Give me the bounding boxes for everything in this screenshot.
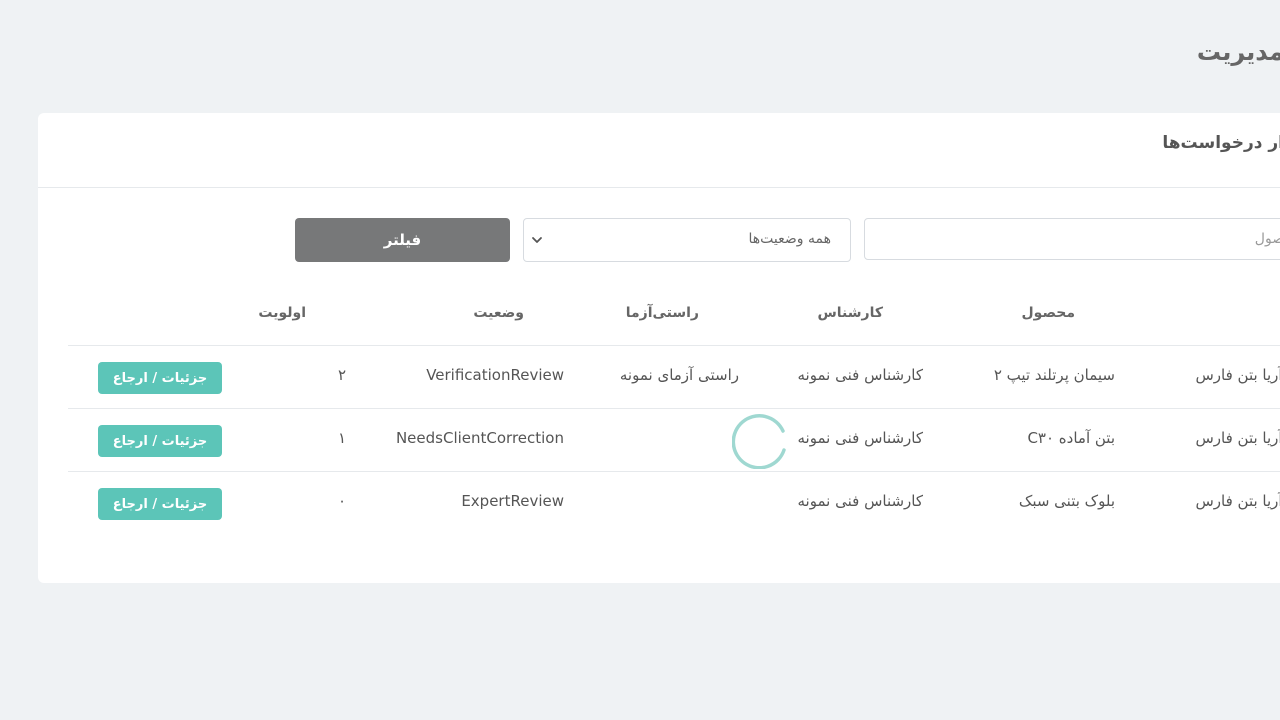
page-title: مدیریت: [1196, 38, 1280, 66]
header-product: محصول: [1021, 305, 1075, 321]
cell-priority: ۰: [337, 492, 346, 510]
details-refer-button[interactable]: جزئیات / ارجاع: [98, 425, 222, 457]
cell-expert: کارشناس فنی نمونه: [797, 492, 923, 510]
cell-expert: کارشناس فنی نمونه: [797, 429, 923, 447]
cell-priority: ۱: [337, 429, 346, 447]
header-verifier: راستی‌آزما: [625, 305, 699, 321]
requests-card: ار درخواست‌ها همه وضعیت‌ها فیلتر محصول ک…: [38, 113, 1280, 583]
filter-button[interactable]: فیلتر: [295, 218, 510, 262]
card-header: ار درخواست‌ها: [38, 113, 1280, 188]
cell-status: VerificationReview: [426, 366, 564, 384]
loading-spinner-icon: [732, 414, 786, 469]
header-expert: کارشناس: [817, 305, 883, 321]
cell-product: بتن آماده C۳۰: [1027, 429, 1115, 447]
header-status: وضعیت: [473, 305, 524, 321]
cell-product: بلوک بتنی سبک: [1018, 492, 1115, 510]
status-select-value: همه وضعیت‌ها: [748, 231, 831, 247]
search-input[interactable]: [864, 218, 1280, 260]
cell-product: سیمان پرتلند تیپ ۲: [993, 366, 1115, 384]
cell-verifier: راستی آزمای نمونه: [619, 366, 739, 384]
chevron-down-icon: [532, 237, 542, 243]
cell-company: تولیدی آریا بتن فارس: [1195, 429, 1280, 447]
status-select[interactable]: همه وضعیت‌ها: [523, 218, 851, 262]
table-row: تولیدی آریا بتن فارس بلوک بتنی سبک کارشن…: [68, 471, 1280, 535]
details-refer-button[interactable]: جزئیات / ارجاع: [98, 362, 222, 394]
cell-company: تولیدی آریا بتن فارس: [1195, 366, 1280, 384]
cell-company: تولیدی آریا بتن فارس: [1195, 492, 1280, 510]
header-priority: اولویت: [258, 305, 306, 321]
card-title: ار درخواست‌ها: [1162, 133, 1280, 153]
cell-status: NeedsClientCorrection: [395, 429, 564, 447]
table-row: تولیدی آریا بتن فارس بتن آماده C۳۰ کارشن…: [68, 408, 1280, 472]
details-refer-button[interactable]: جزئیات / ارجاع: [98, 488, 222, 520]
cell-priority: ۲: [337, 366, 346, 384]
cell-expert: کارشناس فنی نمونه: [797, 366, 923, 384]
page: مدیریت ار درخواست‌ها همه وضعیت‌ها فیلتر …: [0, 0, 1280, 720]
table-row: تولیدی آریا بتن فارس سیمان پرتلند تیپ ۲ …: [68, 345, 1280, 409]
cell-status: ExpertReview: [461, 492, 564, 510]
